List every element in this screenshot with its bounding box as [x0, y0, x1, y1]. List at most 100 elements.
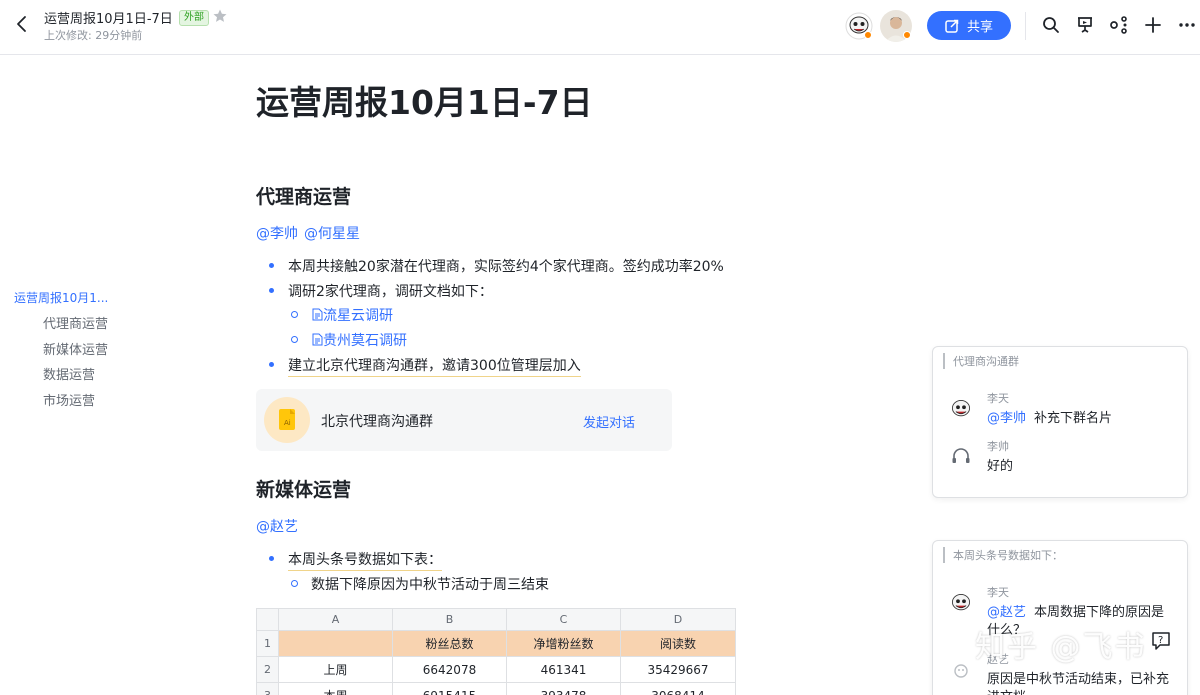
share-icon: [945, 19, 959, 33]
present-icon[interactable]: [1075, 15, 1095, 35]
column-header[interactable]: A: [278, 608, 393, 631]
star-icon[interactable]: [212, 8, 228, 24]
doc-link[interactable]: 流星云调研: [312, 305, 393, 325]
last-edit-time: 上次修改: 29分钟前: [44, 29, 143, 42]
back-arrow-icon[interactable]: [12, 14, 32, 34]
bullet-dot: [269, 263, 274, 268]
mention-user[interactable]: @何星星: [304, 226, 360, 242]
comment-quote: 本周头条号数据如下：: [943, 547, 1063, 563]
section-heading-agent: 代理商运营: [256, 186, 352, 208]
svg-text:Ai: Ai: [284, 419, 291, 427]
sub-bullet: [291, 311, 298, 318]
group-name: 北京代理商沟通群: [321, 414, 433, 430]
bullet-dot: [269, 288, 274, 293]
mention-list: @李帅 @何星星: [256, 223, 366, 243]
table-cell[interactable]: 粉丝总数: [392, 630, 507, 657]
add-icon[interactable]: [1143, 15, 1163, 35]
sub-bullet: [291, 580, 298, 587]
comment-card[interactable]: 本周头条号数据如下： 李天 @赵艺 本周数据下降的原因是 什么？ 赵艺 原因是中秋…: [932, 540, 1188, 695]
table-cell[interactable]: 阅读数: [620, 630, 736, 657]
row-number[interactable]: 2: [256, 656, 279, 683]
list-item: 本周共接触20家潜在代理商，实际签约4个家代理商。签约成功率20%: [288, 259, 724, 275]
table-cell[interactable]: 461341: [506, 656, 621, 683]
outline-item-title[interactable]: 运营周报10月1...: [14, 289, 108, 306]
headset-avatar-icon[interactable]: [949, 445, 973, 469]
presence-dot: [864, 31, 872, 39]
document-icon: [312, 308, 323, 321]
list-item: 调研2家代理商，调研文档如下：: [288, 284, 493, 300]
comment-body-continued: 进文档: [987, 686, 1026, 695]
commented-text[interactable]: 建立北京代理商沟通群，邀请300位管理层加入: [288, 358, 581, 377]
comment-body: 原因是中秋节活动结束，已补充: [987, 672, 1170, 687]
list-item: 本周头条号数据如下表：: [288, 549, 442, 571]
commenter-avatar-icon[interactable]: [949, 659, 973, 683]
commented-text[interactable]: 本周头条号数据如下表：: [288, 552, 442, 571]
mention-user[interactable]: @赵艺: [256, 519, 298, 535]
section-heading-new-media: 新媒体运营: [256, 479, 352, 501]
column-header[interactable]: D: [620, 608, 736, 631]
row-number[interactable]: 3: [256, 682, 279, 695]
doc-link-label: 贵州莫石调研: [323, 333, 407, 349]
more-icon[interactable]: [1177, 15, 1197, 35]
presence-dot: [903, 31, 911, 39]
start-chat-button[interactable]: 发起对话: [583, 412, 635, 431]
row-number[interactable]: 1: [256, 630, 279, 657]
comment-mention[interactable]: @李帅: [987, 411, 1026, 426]
table-cell[interactable]: 本周: [278, 682, 393, 695]
comment-text: @李帅 补充下群名片: [987, 407, 1112, 426]
outline-item-data[interactable]: 数据运营: [43, 364, 95, 383]
outline-item-market[interactable]: 市场运营: [43, 390, 95, 409]
table-cell[interactable]: 393478: [506, 682, 621, 695]
commenter-avatar[interactable]: [949, 397, 973, 421]
group-avatar: Ai: [264, 397, 310, 443]
table-cell[interactable]: 35429667: [620, 656, 736, 683]
top-bar: 运营周报10月1日-7日 外部 上次修改: 29分钟前 共享: [0, 0, 1200, 55]
comment-text: @赵艺 本周数据下降的原因是: [987, 601, 1164, 620]
outline-item-agent[interactable]: 代理商运营: [43, 313, 108, 332]
svg-text:?: ?: [1158, 635, 1163, 646]
mention-list: @赵艺: [256, 516, 304, 536]
watermark: 知乎 @飞书: [975, 630, 1147, 665]
mindmap-icon[interactable]: [1109, 15, 1129, 35]
comment-quote: 代理商沟通群: [943, 353, 1019, 369]
doc-link-label: 流星云调研: [323, 308, 393, 324]
table-cell[interactable]: [278, 630, 393, 657]
table-cell[interactable]: 3068414: [620, 682, 736, 695]
commenter-name: 李天: [987, 586, 1009, 599]
divider: [1025, 12, 1026, 40]
bullet-dot: [269, 362, 274, 367]
group-chat-icon: Ai: [279, 409, 295, 430]
list-item: 建立北京代理商沟通群，邀请300位管理层加入: [288, 355, 581, 377]
embedded-sheet[interactable]: A B C D 1 粉丝总数 净增粉丝数 阅读数 2 上周 6642078 46…: [256, 608, 736, 695]
column-header[interactable]: B: [392, 608, 507, 631]
list-item: 数据下降原因为中秋节活动于周三结束: [311, 577, 549, 593]
doc-link[interactable]: 贵州莫石调研: [312, 330, 407, 350]
page-title: 运营周报10月1日-7日: [256, 83, 593, 122]
comment-mention[interactable]: @赵艺: [987, 605, 1026, 620]
comment-body: 补充下群名片: [1034, 411, 1113, 426]
external-tag: 外部: [179, 10, 209, 26]
table-cell[interactable]: 6642078: [392, 656, 507, 683]
share-button[interactable]: 共享: [927, 11, 1011, 40]
search-icon[interactable]: [1041, 15, 1061, 35]
column-header[interactable]: C: [506, 608, 621, 631]
table-cell[interactable]: 6915415: [392, 682, 507, 695]
commenter-name: 李帅: [987, 440, 1009, 453]
comment-body: 好的: [987, 459, 1014, 474]
help-icon[interactable]: ?: [1150, 630, 1172, 652]
outline-item-new-media[interactable]: 新媒体运营: [43, 339, 108, 358]
mention-user[interactable]: @李帅: [256, 226, 298, 242]
bullet-dot: [269, 556, 274, 561]
comment-card[interactable]: 代理商沟通群 李天 @李帅 补充下群名片 李帅 好的: [932, 346, 1188, 498]
data-table: A B C D 1 粉丝总数 净增粉丝数 阅读数 2 上周 6642078 46…: [256, 608, 736, 695]
document-icon: [312, 333, 323, 346]
document-title[interactable]: 运营周报10月1日-7日: [44, 8, 173, 27]
commenter-name: 李天: [987, 392, 1009, 405]
table-cell[interactable]: 净增粉丝数: [506, 630, 621, 657]
sub-bullet: [291, 336, 298, 343]
group-chat-card[interactable]: Ai 北京代理商沟通群 发起对话: [256, 389, 672, 451]
corner-cell[interactable]: [256, 608, 279, 631]
commenter-avatar[interactable]: [949, 591, 973, 615]
table-cell[interactable]: 上周: [278, 656, 393, 683]
comment-body: 本周数据下降的原因是: [1034, 605, 1165, 620]
